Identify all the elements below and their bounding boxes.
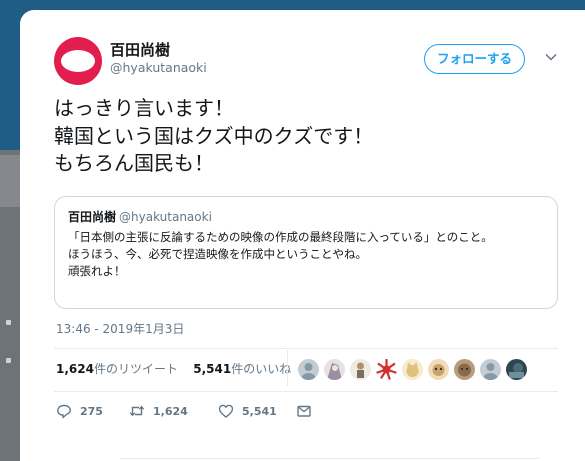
avatar-logo-icon [61,50,95,72]
author-handle[interactable]: @hyakutanaoki [110,60,207,75]
divider [54,391,558,392]
background-sidebar-highlight [0,155,20,207]
anime-avatar-icon[interactable] [324,359,345,380]
author-avatar[interactable] [54,37,102,85]
chevron-down-icon[interactable] [544,50,558,64]
tweet-timestamp[interactable]: 13:46 - 2019年1月3日 [56,320,184,337]
likes-stat[interactable]: 5,541件のいいね [193,362,291,376]
reply-button[interactable]: 275 [56,402,103,420]
reply-icon [57,404,71,419]
tweet-text-line: 韓国という国はクズ中のクズです！ [54,123,374,148]
cat-photo-avatar-icon[interactable] [454,359,475,380]
quoted-author-handle: @hyakutanaoki [119,210,212,224]
tweet-text-line: はっきり言います！ [54,96,234,120]
follow-button[interactable]: フォローする [424,44,525,74]
retweets-label: 件のリツイート [93,362,178,376]
background-dot [6,320,11,325]
quoted-text-line: 頑張れよ！ [68,264,126,278]
background-dot [6,358,11,363]
quoted-tweet-text: 「日本側の主張に反論するための映像の作成の最終段階に入っている」とのこと。 ほう… [68,229,493,280]
quoted-text-line: ほうほう、今、必死で捏造映像を作成中ということやね。 [68,247,367,261]
envelope-icon [297,405,311,417]
like-count: 5,541 [242,404,277,418]
quoted-tweet-header: 百田尚樹 @hyakutanaoki [68,208,212,225]
photo-avatar-icon[interactable] [506,359,527,380]
likes-label: 件のいいね [231,362,292,376]
retweets-stat[interactable]: 1,624件のリツイート [56,362,178,376]
quoted-text-line: 「日本側の主張に反論するための映像の作成の最終段階に入っている」とのこと。 [68,230,493,244]
author-name[interactable]: 百田尚樹 [110,39,170,60]
rising-sun-flag-icon[interactable] [376,359,397,380]
tweet-modal: 百田尚樹 @hyakutanaoki フォローする はっきり言います！ 韓国とい… [20,10,585,461]
quoted-author-name: 百田尚樹 [68,210,117,224]
retweets-count: 1,624 [56,362,94,376]
tweet-stats: 1,624件のリツイート 5,541件のいいね [56,360,291,377]
likes-count: 5,541 [193,362,232,376]
default-avatar-icon[interactable] [298,359,319,380]
direct-message-button[interactable] [296,402,312,420]
cartoon-avatar-icon[interactable] [428,359,449,380]
retweet-button[interactable]: 1,624 [129,402,188,420]
tweet-text: はっきり言います！ 韓国という国はクズ中のクズです！ もちろん国民も！ [54,95,373,178]
like-button[interactable]: 5,541 [218,402,277,420]
retweet-icon [129,405,145,417]
cat-avatar-icon[interactable] [402,359,423,380]
default-avatar-icon[interactable] [480,359,501,380]
figure-avatar-icon[interactable] [350,359,371,380]
reply-count: 275 [80,404,103,418]
heart-icon [218,404,234,418]
divider [54,348,558,349]
stats-separator [287,350,288,386]
retweet-count: 1,624 [153,404,188,418]
tweet-text-line: もちろん国民も！ [54,151,214,175]
quoted-tweet[interactable]: 百田尚樹 @hyakutanaoki 「日本側の主張に反論するための映像の作成の最… [54,196,558,309]
